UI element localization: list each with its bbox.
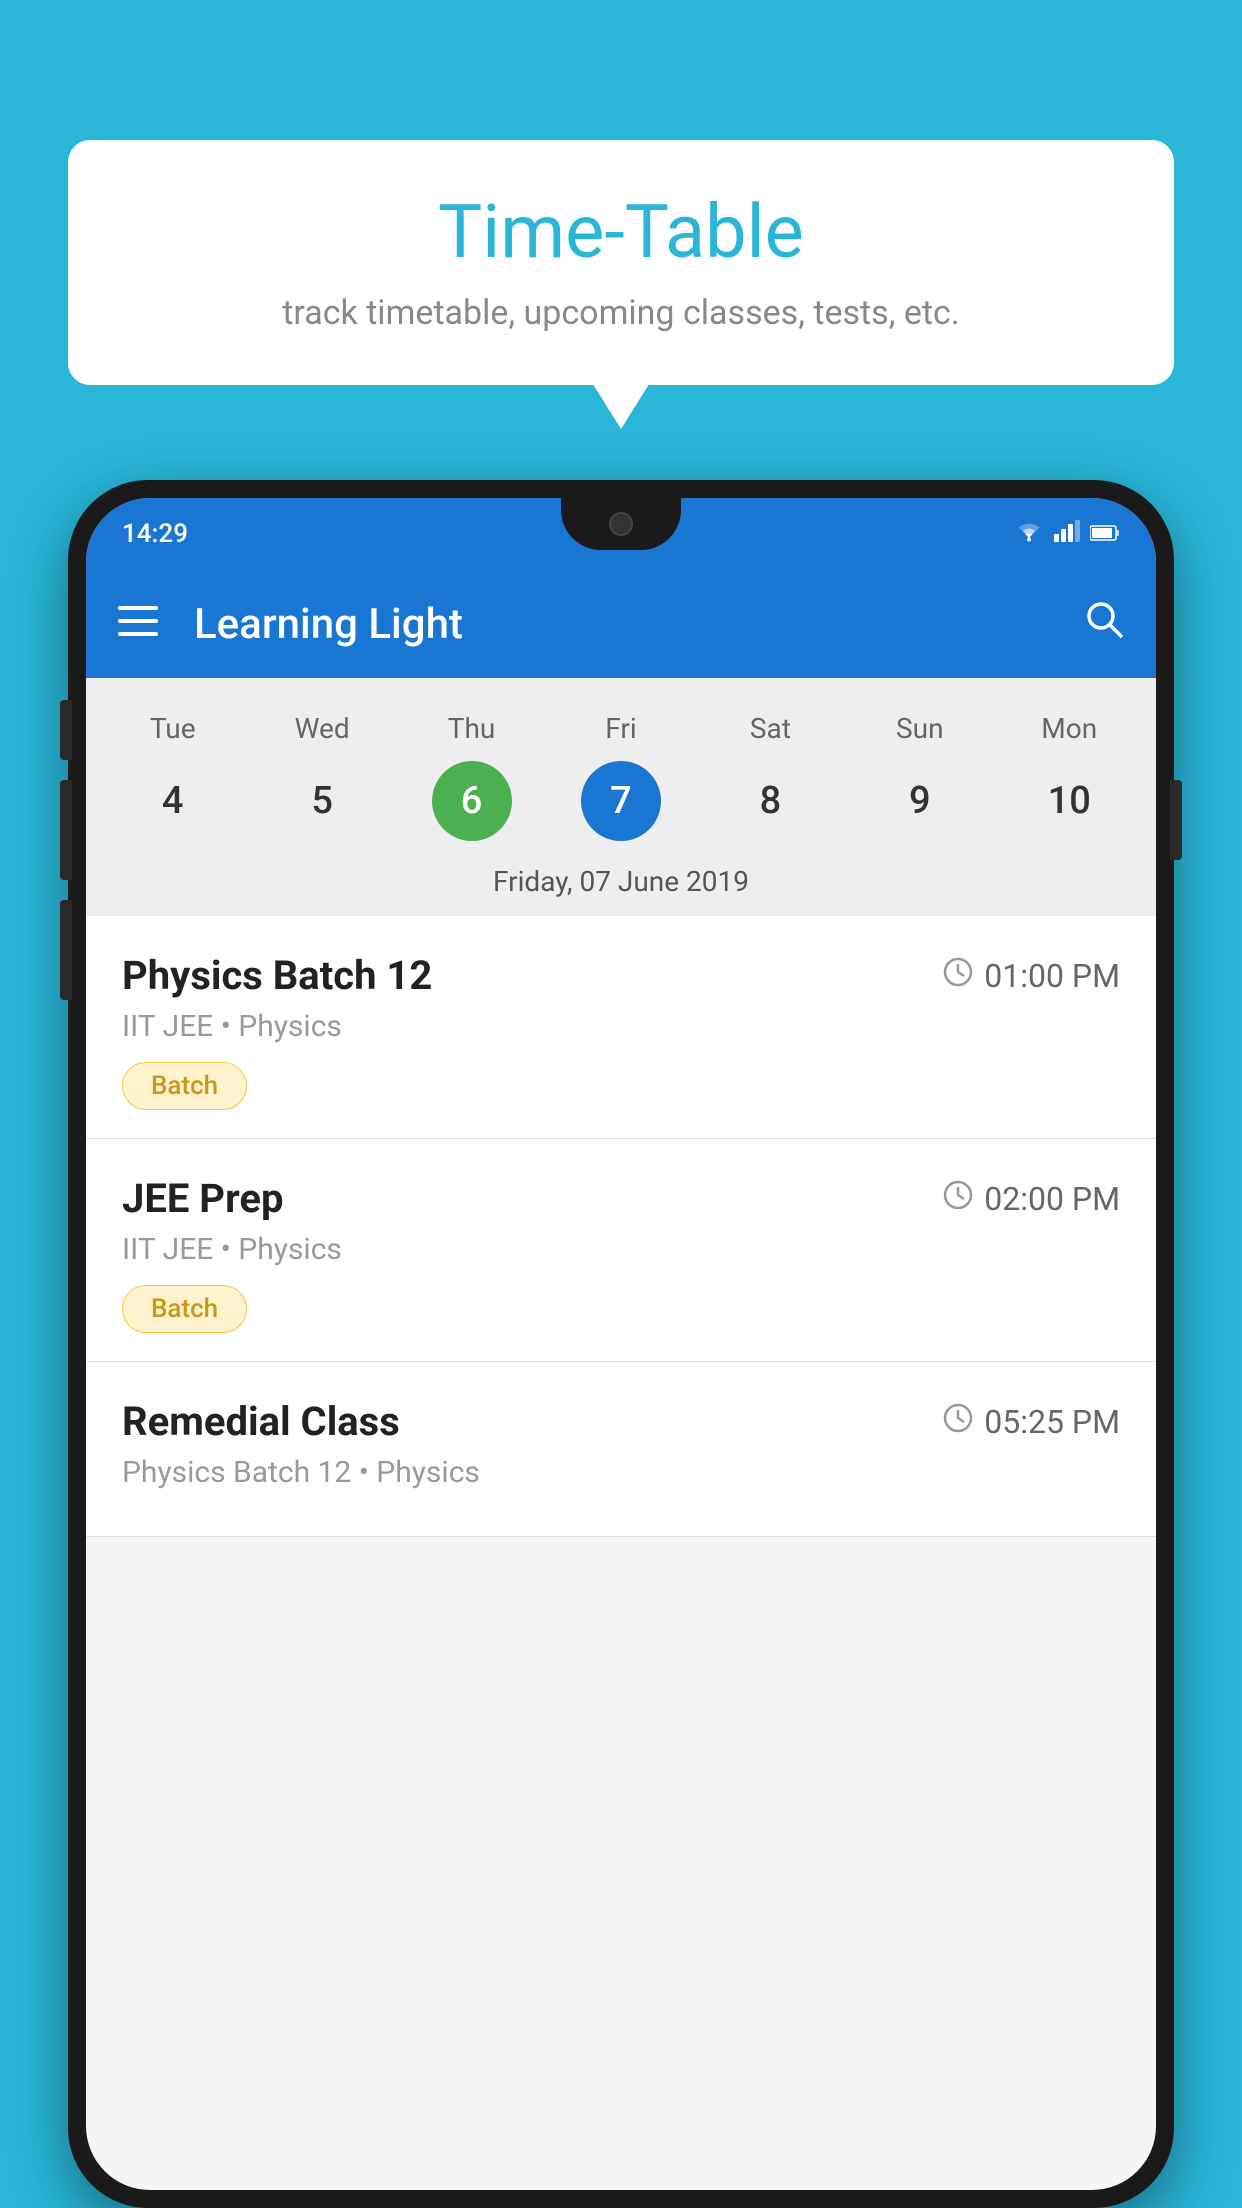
date-5[interactable]: 5 — [282, 761, 362, 841]
day-tue: Tue — [133, 712, 213, 745]
menu-icon[interactable] — [118, 603, 158, 645]
day-thu: Thu — [432, 712, 512, 745]
schedule-item-3-header: Remedial Class 05:25 PM — [122, 1398, 1120, 1445]
phone-outer: 14:29 — [68, 480, 1174, 2208]
clock-icon-3 — [942, 1402, 974, 1442]
phone-screen: 14:29 — [86, 498, 1156, 2190]
schedule-item-2-meta: IIT JEE • Physics — [122, 1232, 1120, 1267]
signal-icon — [1054, 520, 1080, 548]
day-sat: Sat — [730, 712, 810, 745]
day-sun: Sun — [880, 712, 960, 745]
time-value-3: 05:25 PM — [984, 1403, 1120, 1441]
status-bar: 14:29 — [86, 498, 1156, 570]
date-10[interactable]: 10 — [1029, 761, 1109, 841]
schedule-item-1[interactable]: Physics Batch 12 01:00 PM IIT JEE • P — [86, 916, 1156, 1139]
day-fri: Fri — [581, 712, 661, 745]
schedule-item-1-time: 01:00 PM — [942, 956, 1120, 996]
date-6-today[interactable]: 6 — [432, 761, 512, 841]
phone-mockup: 14:29 — [68, 480, 1174, 2208]
schedule-list: Physics Batch 12 01:00 PM IIT JEE • P — [86, 916, 1156, 1537]
days-header: Tue Wed Thu Fri Sat Sun Mon — [86, 698, 1156, 753]
volume-up-button — [60, 700, 72, 760]
date-9[interactable]: 9 — [880, 761, 960, 841]
calendar-section: Tue Wed Thu Fri Sat Sun Mon 4 5 6 7 8 9 … — [86, 678, 1156, 916]
schedule-item-2-time: 02:00 PM — [942, 1179, 1120, 1219]
schedule-item-3-title: Remedial Class — [122, 1398, 400, 1445]
status-time: 14:29 — [122, 519, 188, 549]
schedule-item-2[interactable]: JEE Prep 02:00 PM IIT JEE • Physics — [86, 1139, 1156, 1362]
schedule-item-2-title: JEE Prep — [122, 1175, 283, 1222]
date-8[interactable]: 8 — [730, 761, 810, 841]
day-wed: Wed — [282, 712, 362, 745]
schedule-item-3-meta: Physics Batch 12 • Physics — [122, 1455, 1120, 1490]
schedule-item-3-time: 05:25 PM — [942, 1402, 1120, 1442]
speech-bubble-container: Time-Table track timetable, upcoming cla… — [68, 140, 1174, 385]
power-button — [1170, 780, 1182, 860]
speech-bubble: Time-Table track timetable, upcoming cla… — [68, 140, 1174, 385]
schedule-item-1-meta: IIT JEE • Physics — [122, 1009, 1120, 1044]
clock-icon-1 — [942, 956, 974, 996]
schedule-item-2-header: JEE Prep 02:00 PM — [122, 1175, 1120, 1222]
batch-badge-1: Batch — [122, 1062, 247, 1110]
wifi-icon — [1014, 520, 1044, 548]
schedule-item-3[interactable]: Remedial Class 05:25 PM Physics Batch — [86, 1362, 1156, 1537]
time-value-2: 02:00 PM — [984, 1180, 1120, 1218]
date-7-selected[interactable]: 7 — [581, 761, 661, 841]
app-bar: Learning Light — [86, 570, 1156, 678]
volume-down-button — [60, 780, 72, 880]
bubble-subtitle: track timetable, upcoming classes, tests… — [128, 293, 1114, 333]
notch — [561, 498, 681, 550]
dates-row: 4 5 6 7 8 9 10 — [86, 753, 1156, 855]
silent-button — [60, 900, 72, 1000]
battery-icon — [1090, 520, 1120, 548]
app-title: Learning Light — [194, 600, 1084, 649]
status-icons — [1014, 520, 1120, 548]
selected-date-label: Friday, 07 June 2019 — [86, 855, 1156, 916]
day-mon: Mon — [1029, 712, 1109, 745]
camera — [609, 512, 633, 536]
schedule-item-1-header: Physics Batch 12 01:00 PM — [122, 952, 1120, 999]
schedule-item-1-title: Physics Batch 12 — [122, 952, 432, 999]
batch-badge-2: Batch — [122, 1285, 247, 1333]
time-value-1: 01:00 PM — [984, 957, 1120, 995]
search-icon[interactable] — [1084, 599, 1124, 649]
bubble-title: Time-Table — [128, 192, 1114, 273]
clock-icon-2 — [942, 1179, 974, 1219]
date-4[interactable]: 4 — [133, 761, 213, 841]
